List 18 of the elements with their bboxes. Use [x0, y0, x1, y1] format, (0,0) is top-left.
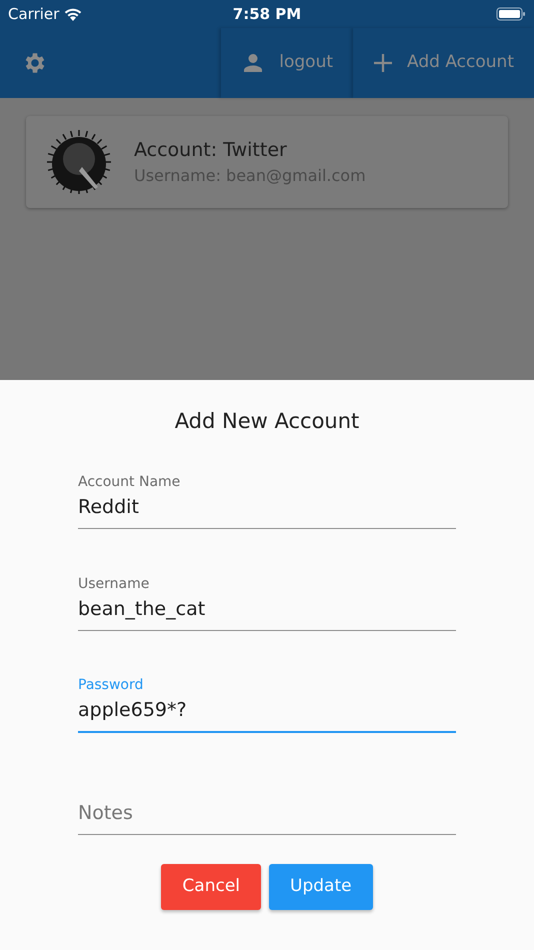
update-button[interactable]: Update: [269, 864, 373, 910]
input-field[interactable]: Reddit: [78, 493, 456, 528]
input-field[interactable]: Notes: [78, 799, 456, 834]
clock-time: 7:58 PM: [232, 4, 302, 25]
field-label: Account Name: [78, 473, 182, 492]
input-field[interactable]: bean_the_cat: [78, 595, 456, 630]
account-title: Account: Twitter: [134, 138, 288, 163]
battery-icon: [496, 7, 526, 21]
cancel-button[interactable]: Cancel: [161, 864, 261, 910]
plus-icon: [373, 53, 394, 73]
add-account-button[interactable]: Add Account: [353, 28, 534, 98]
field-label: Password: [78, 676, 144, 695]
field-label: Username: [78, 575, 150, 594]
input-field[interactable]: apple659*?: [78, 696, 456, 732]
sheet-title: Add New Account: [174, 408, 360, 435]
logout-button[interactable]: logout: [221, 28, 354, 98]
wifi-icon: [63, 7, 84, 21]
carrier-name: Carrier: [8, 4, 60, 25]
